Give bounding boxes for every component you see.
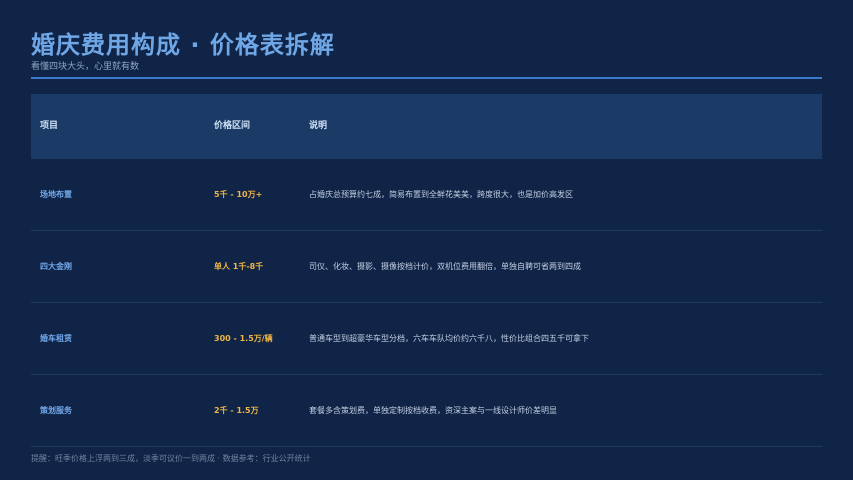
row-item: 策划服务 xyxy=(40,406,72,415)
title-divider xyxy=(31,77,822,79)
price-table: 项目 价格区间 说明 场地布置 5千 - 10万+ 占婚庆总预算约七成，简易布置… xyxy=(31,94,822,447)
table-row: 策划服务 2千 - 1.5万 套餐多含策划费，单独定制按档收费，资深主案与一线设… xyxy=(31,375,822,447)
row-desc: 普通车型到超豪华车型分档，六车车队均价约六千八，性价比组合四五千可拿下 xyxy=(309,334,589,343)
column-header-desc: 说明 xyxy=(309,121,328,131)
row-desc: 司仪、化妆、摄影、摄像按档计价，双机位费用翻倍，单独自聘可省两到四成 xyxy=(309,262,581,271)
column-header-item: 项目 xyxy=(40,121,59,131)
price-breakdown-page: 婚庆费用构成 · 价格表拆解 看懂四块大头，心里就有数 项目 价格区间 说明 场… xyxy=(31,0,822,480)
row-item: 场地布置 xyxy=(40,190,72,199)
row-price: 5千 - 10万+ xyxy=(214,190,263,199)
footnote: 提醒：旺季价格上浮两到三成，淡季可议价一到两成 · 数据参考：行业公开统计 xyxy=(31,454,311,463)
row-price: 单人 1千-8千 xyxy=(214,262,264,271)
page-subtitle: 看懂四块大头，心里就有数 xyxy=(31,62,140,72)
row-desc: 套餐多含策划费，单独定制按档收费，资深主案与一线设计师价差明显 xyxy=(309,406,557,415)
row-desc: 占婚庆总预算约七成，简易布置到全鲜花美美，跨度很大，也是加价高发区 xyxy=(309,190,573,199)
row-price: 2千 - 1.5万 xyxy=(214,406,259,415)
column-header-price: 价格区间 xyxy=(214,121,251,131)
row-item: 四大金刚 xyxy=(40,262,72,271)
row-price: 300 - 1.5万/辆 xyxy=(214,334,273,343)
row-item: 婚车租赁 xyxy=(40,334,72,343)
page-title: 婚庆费用构成 · 价格表拆解 xyxy=(31,31,335,59)
table-row: 场地布置 5千 - 10万+ 占婚庆总预算约七成，简易布置到全鲜花美美，跨度很大… xyxy=(31,159,822,231)
table-header: 项目 价格区间 说明 xyxy=(31,94,822,159)
table-row: 四大金刚 单人 1千-8千 司仪、化妆、摄影、摄像按档计价，双机位费用翻倍，单独… xyxy=(31,231,822,303)
table-row: 婚车租赁 300 - 1.5万/辆 普通车型到超豪华车型分档，六车车队均价约六千… xyxy=(31,303,822,375)
